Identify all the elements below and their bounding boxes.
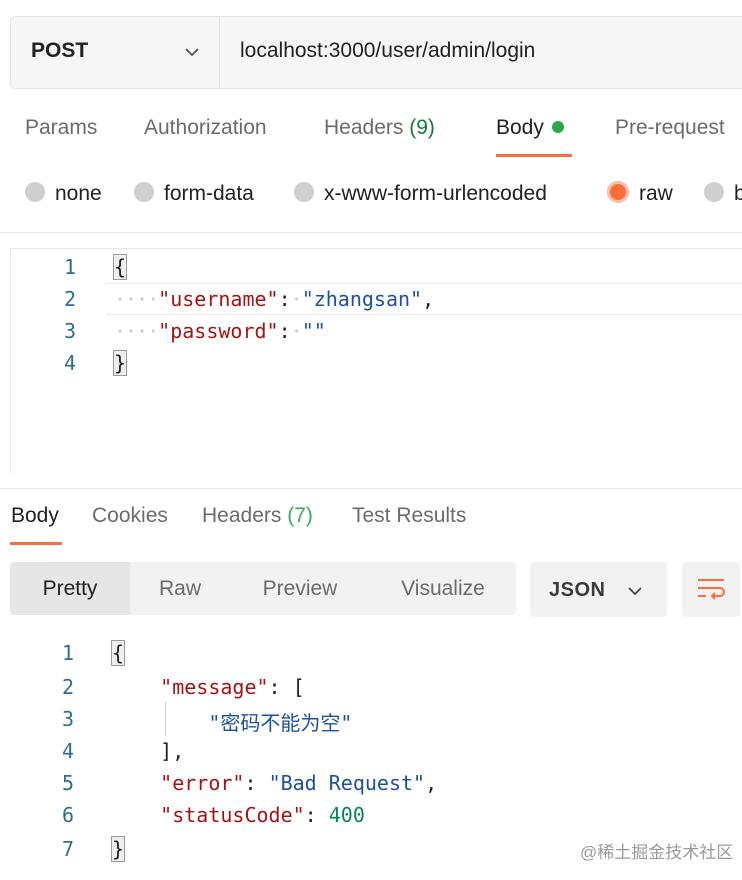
tab-label: Params	[25, 116, 98, 139]
line-number: 3	[63, 319, 76, 343]
radio-indicator-selected	[607, 181, 629, 204]
line-number: 1	[63, 255, 76, 279]
json-key: "error"	[160, 771, 245, 795]
brace: }	[112, 350, 128, 376]
tab-label: Body	[11, 504, 59, 527]
divider	[0, 232, 742, 233]
chevron-down-icon	[185, 48, 199, 57]
code-line: ····"username":·"zhangsan",	[114, 287, 435, 311]
tab-body[interactable]: Body	[496, 116, 564, 140]
line-number: 2	[61, 675, 74, 699]
tab-authorization[interactable]: Authorization	[144, 116, 267, 140]
code-line: ],	[160, 739, 185, 763]
tab-label: Cookies	[92, 504, 168, 527]
tab-underline	[496, 154, 572, 157]
view-raw[interactable]: Raw	[130, 562, 230, 615]
code-line: "message": [	[160, 675, 305, 699]
response-tab-test-results[interactable]: Test Results	[352, 504, 466, 528]
json-string: "Bad Request"	[268, 771, 426, 795]
chevron-down-icon	[628, 587, 642, 596]
watermark: @稀土掘金技术社区	[580, 843, 734, 862]
radio-label: none	[55, 182, 102, 205]
tab-underline	[10, 542, 62, 545]
code-line: }	[110, 836, 126, 862]
radio-indicator	[294, 182, 314, 203]
body-active-indicator	[551, 121, 564, 134]
brace: {	[110, 640, 126, 666]
divider	[0, 488, 742, 489]
json-key: "statusCode"	[160, 803, 305, 827]
json-key: "password"	[158, 319, 279, 343]
divider	[219, 17, 220, 88]
code-line: ····"password":·""	[114, 319, 326, 343]
json-number: 400	[328, 803, 365, 827]
tab-label: Pre-request	[615, 116, 725, 139]
radio-label: form-data	[164, 182, 254, 205]
radio-indicator	[704, 182, 724, 203]
code-line: {	[110, 640, 126, 666]
radio-label: raw	[639, 182, 673, 205]
code-line: {	[112, 254, 128, 280]
line-number: 4	[63, 351, 76, 375]
view-preview[interactable]: Preview	[240, 562, 360, 615]
radio-indicator	[25, 182, 45, 203]
tab-headers[interactable]: Headers (9)	[324, 116, 435, 140]
code-line: "statusCode": 400	[160, 803, 365, 827]
format-label: JSON	[549, 579, 606, 601]
view-mode-selector: Pretty Raw Preview Visualize	[10, 562, 516, 615]
method-select[interactable]: POST	[11, 17, 219, 88]
line-number: 6	[61, 803, 74, 827]
radio-urlencoded[interactable]: x-www-form-urlencoded	[294, 182, 547, 208]
radio-label: x-www-form-urlencoded	[324, 182, 547, 205]
headers-count: (7)	[287, 504, 313, 527]
view-visualize[interactable]: Visualize	[385, 562, 501, 615]
request-url-bar: POST localhost:3000/user/admin/login	[10, 16, 742, 89]
radio-form-data[interactable]: form-data	[134, 182, 254, 208]
tab-label: Body	[496, 116, 544, 139]
radio-raw[interactable]: raw	[607, 181, 673, 208]
radio-label: b	[734, 182, 742, 205]
tab-pre-request[interactable]: Pre-request	[615, 116, 725, 140]
tab-params[interactable]: Params	[25, 116, 97, 140]
method-label: POST	[31, 39, 89, 62]
response-tab-body[interactable]: Body	[11, 504, 59, 528]
json-key: "username"	[158, 287, 279, 311]
json-string: "zhangsan"	[301, 287, 423, 311]
tab-label: Headers	[324, 116, 404, 139]
code-line: "密码不能为空"	[112, 707, 352, 736]
tab-label: Test Results	[352, 504, 467, 527]
response-tab-headers[interactable]: Headers (7)	[202, 504, 313, 528]
line-number: 2	[63, 287, 76, 311]
headers-count: (9)	[409, 116, 435, 139]
radio-indicator	[134, 182, 154, 203]
wrap-lines-button[interactable]	[682, 562, 740, 617]
tab-label: Headers	[202, 504, 282, 527]
url-input[interactable]: localhost:3000/user/admin/login	[240, 39, 535, 63]
format-select[interactable]: JSON	[530, 562, 667, 617]
wrap-lines-icon	[698, 579, 725, 600]
radio-binary[interactable]: b	[704, 182, 742, 208]
line-number: 1	[61, 641, 74, 665]
line-number: 5	[61, 771, 74, 795]
json-key: "message"	[160, 675, 269, 699]
view-pretty[interactable]: Pretty	[10, 562, 130, 615]
line-number: 3	[61, 707, 74, 731]
json-string: ""	[301, 319, 326, 343]
brace: }	[110, 836, 126, 862]
line-number: 4	[61, 739, 74, 763]
radio-none[interactable]: none	[25, 182, 102, 208]
brace: {	[112, 254, 128, 280]
code-line: "error": "Bad Request",	[160, 771, 438, 795]
json-string: "密码不能为空"	[208, 711, 353, 735]
code-line: }	[112, 350, 128, 376]
response-tab-cookies[interactable]: Cookies	[92, 504, 168, 528]
line-number: 7	[61, 837, 74, 861]
tab-label: Authorization	[144, 116, 267, 139]
